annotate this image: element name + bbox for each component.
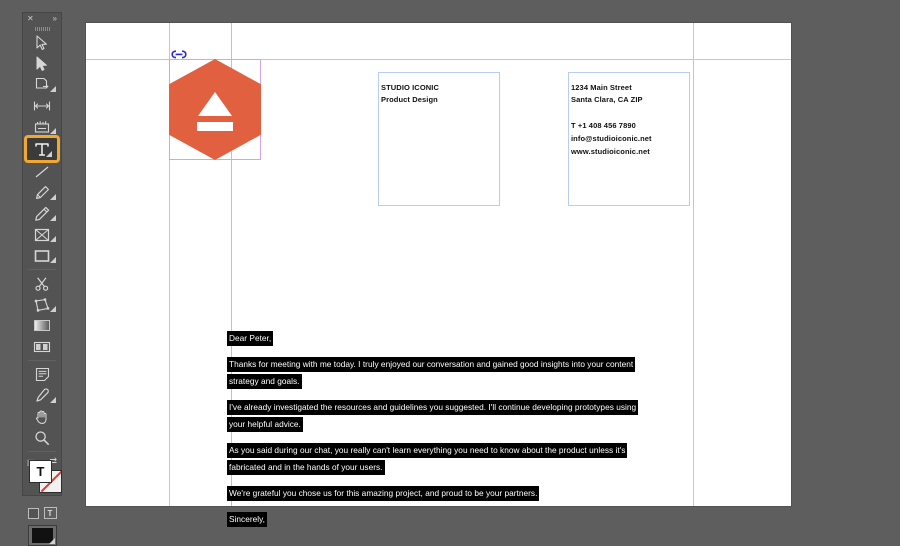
tools-panel-header: ✕ » — [23, 13, 61, 25]
collapse-icon[interactable]: » — [53, 14, 57, 24]
tool-flyout-icon[interactable] — [50, 86, 56, 92]
tool-flyout-icon[interactable] — [50, 397, 56, 403]
gap-tool[interactable] — [23, 95, 61, 116]
letter-line[interactable]: your helpful advice. — [227, 417, 303, 432]
line-tool[interactable] — [23, 161, 61, 182]
tool-flyout-icon[interactable] — [46, 151, 52, 157]
fill-stroke-controls[interactable]: ▣ ⇄ T — [23, 456, 62, 506]
close-icon[interactable]: ✕ — [27, 14, 34, 24]
free-transform-tool[interactable] — [23, 294, 61, 315]
right-margin-guide[interactable] — [693, 23, 694, 506]
tool-flyout-icon[interactable] — [50, 236, 56, 242]
toolbar-divider — [28, 451, 56, 452]
zoom-tool[interactable] — [23, 427, 61, 448]
address-email-text[interactable]: info@studioiconic.net — [571, 133, 689, 145]
pencil-tool[interactable] — [23, 203, 61, 224]
document-page[interactable]: STUDIO ICONIC Product Design 1234 Main S… — [86, 23, 791, 527]
tool-flyout-icon[interactable] — [50, 128, 56, 134]
pen-tool[interactable] — [23, 182, 61, 203]
tool-flyout-icon[interactable] — [50, 306, 56, 312]
toolbar-divider — [28, 269, 56, 270]
triangle-mark-icon — [198, 92, 232, 116]
company-name-text[interactable]: STUDIO ICONIC — [381, 82, 497, 94]
letter-body-frame[interactable]: Dear Peter, Thanks for meeting with me to… — [227, 331, 683, 538]
address-phone-text[interactable]: T +1 408 456 7890 — [571, 120, 689, 132]
formatting-affects-row[interactable]: T — [23, 506, 61, 520]
format-container-icon[interactable] — [27, 507, 39, 519]
letter-paragraph[interactable]: I've already investigated the resources … — [227, 400, 683, 432]
tool-flyout-icon[interactable] — [50, 194, 56, 200]
tools-panel[interactable]: ✕ » ⇄ T T — [22, 12, 62, 546]
hand-tool[interactable] — [23, 406, 61, 427]
direct-selection-tool[interactable] — [23, 53, 61, 74]
company-tagline-text[interactable]: Product Design — [381, 94, 497, 106]
rectangle-tool[interactable] — [23, 245, 61, 266]
selection-tool[interactable] — [23, 32, 61, 53]
letter-paragraph[interactable]: Dear Peter, — [227, 331, 683, 346]
letter-line[interactable]: fabricated and in the hands of your user… — [227, 460, 385, 475]
letter-line[interactable]: Thanks for meeting with me today. I trul… — [227, 357, 636, 372]
letter-line[interactable]: We're grateful you chose us for this ama… — [227, 486, 540, 501]
letter-line[interactable]: As you said during our chat, you really … — [227, 443, 628, 458]
type-tool[interactable] — [24, 135, 60, 163]
letter-line[interactable]: strategy and goals. — [227, 374, 302, 389]
letter-line[interactable]: I've already investigated the resources … — [227, 400, 639, 415]
content-collector-tool[interactable] — [23, 116, 61, 137]
letter-paragraph[interactable]: We're grateful you chose us for this ama… — [227, 486, 683, 501]
indesign-window: STUDIO ICONIC Product Design 1234 Main S… — [0, 0, 900, 546]
address-website-text[interactable]: www.studioiconic.net — [571, 146, 689, 158]
bar-mark-icon — [197, 122, 233, 131]
letter-paragraph[interactable]: Sincerely, — [227, 512, 683, 527]
scissors-tool[interactable] — [23, 273, 61, 294]
tool-flyout-icon[interactable] — [50, 215, 56, 221]
note-tool[interactable] — [23, 364, 61, 385]
screen-mode-button[interactable] — [27, 525, 57, 546]
tool-flyout-icon[interactable] — [50, 257, 56, 263]
frame-tool[interactable] — [23, 224, 61, 245]
letter-paragraph[interactable]: Thanks for meeting with me today. I trul… — [227, 357, 683, 389]
gradient-feather-tool[interactable] — [23, 336, 61, 357]
studio-iconic-logo[interactable] — [169, 50, 261, 160]
letter-line[interactable]: Dear Peter, — [227, 331, 274, 346]
letter-paragraph[interactable]: As you said during our chat, you really … — [227, 443, 683, 475]
pasteboard[interactable]: STUDIO ICONIC Product Design 1234 Main S… — [0, 0, 900, 527]
toolbar-divider — [28, 360, 56, 361]
link-icon[interactable] — [171, 49, 187, 60]
page-tool[interactable] — [23, 74, 61, 95]
eyedropper-tool[interactable] — [23, 385, 61, 406]
fill-swatch[interactable]: T — [29, 460, 52, 483]
letter-line[interactable]: Sincerely, — [227, 512, 268, 527]
address-street-text[interactable]: 1234 Main Street — [571, 82, 689, 94]
address-city-text[interactable]: Santa Clara, CA ZIP — [571, 94, 689, 106]
tool-flyout-icon[interactable] — [48, 538, 55, 544]
format-text-icon[interactable]: T — [43, 507, 57, 519]
panel-drag-handle[interactable] — [23, 25, 61, 32]
gradient-swatch-tool[interactable] — [23, 315, 61, 336]
